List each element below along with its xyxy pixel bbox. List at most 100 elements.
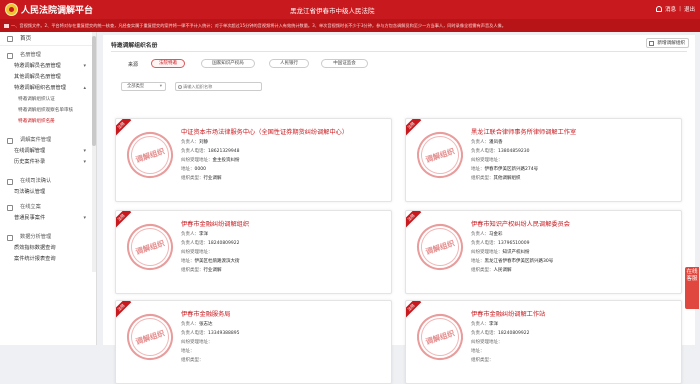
row-value: 13796510009 (498, 241, 530, 246)
sidebar-group-label: 数据分析管理 (20, 234, 52, 240)
sidebar-item-other-roster[interactable]: 其他调解员名册管理 (0, 72, 96, 83)
sidebar-item-label: 司法确认管理 (14, 189, 46, 195)
org-card[interactable]: 法院 调解组织 黑龙江联合律师事务所律师调解工作室 负责人：潘凤香 负责人电话：1380… (405, 118, 682, 202)
sidebar-item-org-watch[interactable]: 特邀调解组织观察名单审核 (0, 105, 96, 116)
org-card[interactable]: 法院 调解组织 伊春市金融纠纷调解工作站 负责人：李洋 负责人电话：1824080992… (405, 300, 682, 384)
sidebar-item-stats-report[interactable]: 案件统计报表查询 (0, 254, 96, 265)
sidebar-item-label: 首页 (20, 36, 32, 42)
org-card[interactable]: 法院 调解组织 伊春市金融服务局 负责人：张志达 负责人电话：13349388895 纠纷… (115, 300, 392, 384)
type-select[interactable]: 全部类型 (121, 82, 166, 91)
row-label: 负责人电话： (181, 149, 208, 154)
org-name[interactable]: 伊春市金融服务局 (181, 309, 231, 318)
chevron-down-icon: ▾ (83, 215, 86, 221)
add-organization-button[interactable]: 新增调解组织 (646, 38, 689, 48)
source-badge: 法院 (406, 119, 422, 136)
row-value: 伊美区杜鹃路渡滨大街 (194, 259, 240, 264)
stamp-text: 调解组织 (134, 328, 166, 346)
row-label: 纠纷受理地址： (471, 250, 503, 255)
row-value: 李洋 (199, 232, 208, 237)
row-value: 李洋 (489, 322, 498, 327)
tab-peoples-bank[interactable]: 人民银行 (269, 59, 309, 68)
source-badge: 法院 (116, 119, 132, 136)
row-label: 地址： (181, 349, 195, 354)
stamp-text: 调解组织 (134, 238, 166, 256)
sidebar-item-label: 其他调解员名册管理 (14, 74, 61, 80)
tab-court[interactable]: 法院特邀 (151, 59, 185, 68)
org-card[interactable]: 法院 调解组织 伊春市知识产权纠纷人民调解委员会 负责人：马金彩 负责人电话：13796… (405, 210, 682, 294)
notice-bar: 一、音视频文件。2、平台将对存在重复提交的统一核查，凡经查实属于重复提交的案件将… (0, 19, 700, 32)
row-value: 黑龙江省伊春市伊美区新兴路30号 (484, 259, 554, 264)
sidebar-scrollbar-thumb[interactable] (92, 36, 96, 146)
sidebar-item-label: 案件统计报表查询 (14, 256, 56, 262)
sidebar-group-analytics[interactable]: 数据分析管理 (0, 232, 96, 243)
org-name[interactable]: 伊春市金融纠纷调解工作站 (471, 309, 545, 318)
message-link[interactable]: 消息 (665, 5, 676, 13)
court-name: 黑龙江省伊春市中级人民法院 (290, 7, 375, 15)
row-value: 张志达 (199, 322, 213, 327)
sidebar-item-org-roster[interactable]: 特邀调解组织名册管理 ▴ (0, 83, 96, 94)
divider (111, 51, 687, 52)
sidebar-item-org-list[interactable]: 特邀调解组织名册 (0, 116, 96, 127)
sidebar-group-filing[interactable]: 在线立案 (0, 202, 96, 213)
tab-ip-office[interactable]: 国家知识产权局 (201, 59, 255, 68)
phone-row: 负责人电话：13349388895 (181, 330, 240, 336)
org-type-row: 组织类型：其他调解组织 (471, 175, 521, 181)
row-value: 行业调解 (203, 268, 222, 273)
sidebar-item-label: 普通民事案件 (14, 215, 46, 221)
address-row: 地址：黑龙江省伊春市伊美区新兴路30号 (471, 258, 553, 264)
sidebar-group-cases[interactable]: 调解案件管理 (0, 135, 96, 146)
sidebar-item-online-mediation[interactable]: 在线调解管理 ▾ (0, 146, 96, 157)
row-value: 18621329948 (208, 149, 240, 154)
sidebar-item-confirmation-mgmt[interactable]: 司法确认管理 (0, 187, 96, 198)
sidebar-group-confirmation[interactable]: 在线司法确认 (0, 176, 96, 187)
sidebar-item-mediator-roster[interactable]: 特邀调解员名册管理 ▾ (0, 61, 96, 72)
badge-corner: 法院 (406, 119, 424, 137)
sidebar-item-civil-cases[interactable]: 普通民事案件 ▾ (0, 213, 96, 224)
row-value: 行业调解 (203, 176, 222, 181)
source-label: 来源 (128, 62, 139, 68)
notice-text: 一、音视频文件。2、平台将对存在重复提交的统一核查，凡经查实属于重复提交的案件将… (11, 23, 506, 28)
org-card[interactable]: 法院 调解组织 中证资本市场法律服务中心（全国性证券期货纠纷调解中心） 负责人：刘静负… (115, 118, 392, 202)
sidebar-item-label: 特邀调解员名册管理 (14, 63, 61, 69)
sidebar-group-roster[interactable]: 名册管理 (0, 50, 96, 61)
phone-row: 负责人电话：13796510009 (471, 240, 530, 246)
row-label: 负责人电话： (181, 241, 208, 246)
app-title: 人民法院调解平台 (21, 6, 94, 16)
row-label: 负责人： (181, 140, 199, 145)
bell-icon[interactable] (656, 6, 663, 12)
chevron-up-icon: ▴ (83, 85, 86, 91)
case-icon (7, 138, 13, 144)
org-name[interactable]: 黑龙江联合律师事务所律师调解工作室 (471, 127, 576, 136)
speaker-icon (4, 24, 9, 28)
online-service-tab[interactable]: 在线客服 (685, 267, 699, 309)
logout-link[interactable]: 退出 (684, 5, 695, 13)
org-name[interactable]: 伊春市金融纠纷调解组织 (181, 219, 249, 228)
dispute-address-row: 纠纷受理地址：金主投资纠纷 (181, 157, 240, 163)
sidebar-group-label: 在线司法确认 (20, 178, 52, 184)
tab-csrc[interactable]: 中国证监会 (321, 59, 368, 68)
row-label: 负责人： (471, 140, 489, 145)
sidebar-item-home[interactable]: 首页 (0, 32, 96, 46)
dispute-address-row: 纠纷受理地址： (181, 339, 213, 345)
sidebar-item-history-cases[interactable]: 历史案件补录 ▾ (0, 157, 96, 168)
address-row: 地址：伊春市伊美区新兴路274号 (471, 166, 538, 172)
stamp-text: 调解组织 (134, 146, 166, 164)
source-badge: 法院 (406, 301, 422, 318)
sidebar-item-org-cert[interactable]: 特邀调解组织认证 (0, 94, 96, 105)
row-label: 纠纷受理地址： (471, 340, 503, 345)
row-value: 金主投资纠纷 (212, 158, 240, 163)
row-value: 18240809922 (498, 331, 530, 336)
search-box[interactable] (175, 82, 262, 91)
row-label: 地址： (471, 259, 485, 264)
row-label: 地址： (181, 167, 195, 172)
badge-corner: 法院 (116, 301, 134, 319)
sidebar-item-label: 在线调解管理 (14, 148, 46, 154)
org-card[interactable]: 法院 调解组织 伊春市金融纠纷调解组织 负责人：李洋 负责人电话：18240809922… (115, 210, 392, 294)
org-name[interactable]: 中证资本市场法律服务中心（全国性证券期货纠纷调解中心） (181, 127, 348, 136)
roster-icon (7, 53, 13, 59)
sidebar-item-label: 质效指标数据查询 (14, 245, 56, 251)
org-name[interactable]: 伊春市知识产权纠纷人民调解委员会 (471, 219, 570, 228)
sidebar-item-quality-query[interactable]: 质效指标数据查询 (0, 243, 96, 254)
search-input[interactable] (176, 83, 251, 90)
row-label: 地址： (181, 259, 195, 264)
